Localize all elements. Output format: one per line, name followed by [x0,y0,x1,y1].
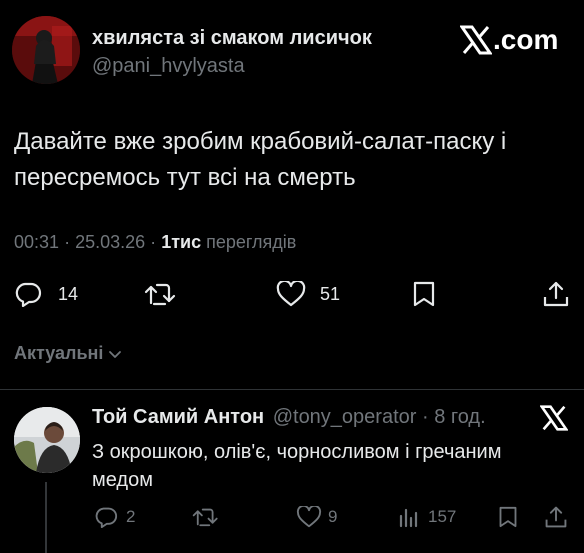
like-button[interactable]: 51 [276,280,340,308]
like-icon [276,281,306,307]
x-logo-icon [460,25,492,55]
bookmark-button[interactable] [412,280,436,308]
x-logo: .com [460,22,558,58]
x-logo-text: .com [493,24,559,55]
post-time[interactable]: 00:31 [14,232,59,252]
post-text-line: Давайте вже зробим крабовий-салат-паску … [14,128,507,155]
reply-author-name[interactable]: Той Самий Антон [92,406,264,428]
post-meta: 00:31 · 25.03.26 · 1тис переглядів [14,232,296,253]
bookmark-icon [413,281,435,307]
thread-line [45,482,47,553]
reply-like-button[interactable]: 9 [296,505,337,529]
reply-author-avatar[interactable] [14,407,80,473]
like-count: 51 [320,283,341,304]
x-logo-icon [539,405,569,431]
post-author-name[interactable]: хвиляста зі смаком лисичок [92,27,372,50]
reply-header: Той Самий Антон @tony_operator · 8 год. [92,406,486,429]
reply-reply-count: 2 [126,507,136,526]
sort-dropdown[interactable]: Актуальні [14,343,123,364]
views-icon [399,508,418,528]
reply-text: З окрошкою, олів'є, чорносливом і гречан… [92,438,501,494]
meta-separator: · [64,232,71,252]
reply-time[interactable]: · 8 год. [422,406,486,428]
repost-icon [192,508,218,527]
avatar-image [14,407,80,473]
avatar-image [12,16,80,84]
reply-repost-button[interactable] [192,505,220,529]
meta-separator: · [150,232,157,252]
reply-icon [95,507,118,528]
divider [0,389,584,390]
reply-button[interactable]: 14 [14,280,78,308]
reply-author-handle[interactable]: @tony_operator [273,406,417,428]
author-avatar[interactable] [12,16,80,84]
post-text-line: пересремось тут всі на смерть [14,164,356,191]
reply-count: 14 [58,283,79,304]
reply-share-button[interactable] [544,505,568,529]
repost-button[interactable] [144,281,178,307]
reply-bookmark-button[interactable] [498,505,518,529]
reply-views-count: 157 [428,507,457,526]
reply-icon [15,282,42,307]
views-label: переглядів [206,232,297,252]
post-date[interactable]: 25.03.26 [75,232,145,252]
share-button[interactable] [542,280,570,308]
sort-label: Актуальні [14,343,104,363]
share-icon [545,506,567,528]
post-author-handle[interactable]: @pani_hvylyasta [92,55,245,78]
post-text: Давайте вже зробим крабовий-салат-паску … [14,124,506,196]
chevron-down-icon [109,350,122,358]
repost-icon [144,283,176,306]
reply-reply-button[interactable]: 2 [94,505,135,529]
views-count: 1тис [161,232,202,252]
reply-text-line: З окрошкою, олів'є, чорносливом і гречан… [92,441,502,463]
reply-like-count: 9 [328,507,338,526]
like-icon [296,506,322,528]
reply-views-button[interactable]: 157 [398,505,456,529]
reply-x-icon [539,405,569,436]
bookmark-icon [499,506,517,528]
share-icon [543,281,569,307]
reply-text-line: медом [92,469,153,491]
